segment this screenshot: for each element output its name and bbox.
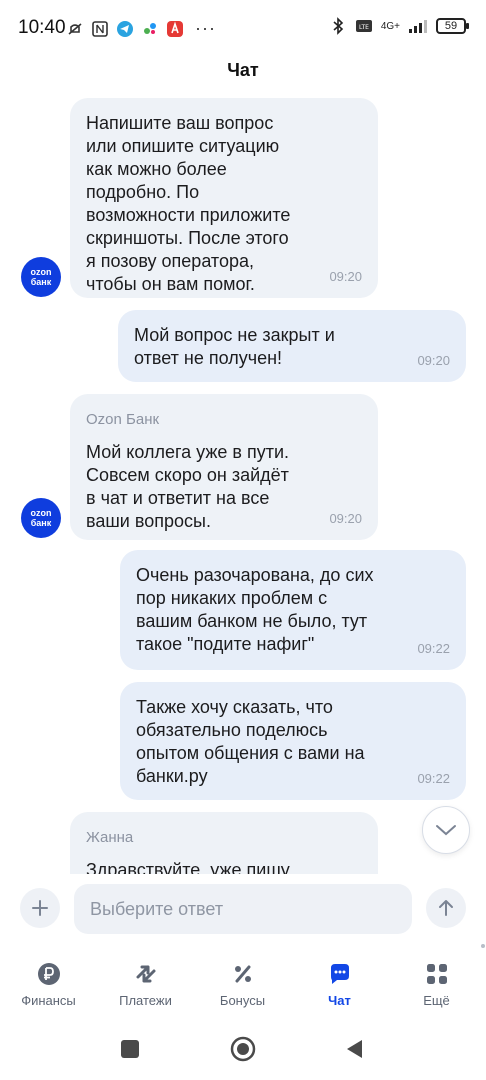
- avatar-logo-text: ozon: [30, 508, 52, 518]
- nav-item-payments[interactable]: Платежи: [97, 956, 194, 1010]
- nav-label: Бонусы: [219, 993, 266, 1008]
- message-incoming: Жанна Здравствуйте, уже пишу: [70, 812, 378, 874]
- nav-item-chat[interactable]: Чат: [291, 956, 388, 1010]
- message-text: Очень разочарована, до сих пор никаких п…: [136, 565, 374, 654]
- attach-button[interactable]: [20, 888, 60, 928]
- bottom-navigation: Финансы Платежи Бонусы Чат Ещё: [0, 956, 486, 1026]
- ruble-icon: [37, 963, 60, 985]
- nav-label: Финансы: [21, 993, 76, 1008]
- system-status-icons: LTE 4G+ 59: [329, 17, 469, 35]
- message-text: Мой вопрос не закрыт и ответ не получен!: [134, 325, 335, 368]
- status-time: 10:40: [18, 17, 66, 38]
- transfer-arrows-icon: [136, 965, 155, 983]
- network-type: 4G+: [380, 20, 400, 32]
- grid-icon: [426, 964, 447, 984]
- chat-icon: [330, 964, 349, 984]
- send-button[interactable]: [426, 888, 466, 928]
- avatar-logo-text: банк: [30, 518, 52, 528]
- app-icon: [144, 22, 156, 34]
- status-bar: 10:40 ··· LTE 4G+ 59: [0, 0, 486, 56]
- chat-messages[interactable]: Напишите ваш вопрос или опишите ситуацию…: [0, 92, 486, 874]
- avatar-logo-text: ozon: [30, 267, 52, 277]
- nav-item-bonuses[interactable]: Бонусы: [194, 956, 291, 1010]
- nav-item-more[interactable]: Ещё: [388, 956, 485, 1010]
- nav-label: Чат: [328, 993, 351, 1008]
- ozon-bank-avatar: ozon банк: [21, 498, 61, 538]
- nav-label: Платежи: [119, 993, 172, 1008]
- back-button[interactable]: [344, 1038, 366, 1060]
- reply-select-input[interactable]: Выберите ответ: [74, 884, 412, 934]
- more-notifications-icon: ···: [195, 18, 216, 38]
- nfc-icon: [92, 20, 108, 37]
- message-sender: Жанна: [86, 829, 134, 846]
- plus-icon: [32, 900, 48, 916]
- avatar-logo-text: банк: [30, 277, 52, 287]
- message-time: 09:20: [329, 511, 362, 526]
- bluetooth-icon: [333, 17, 343, 35]
- message-outgoing: Также хочу сказать, что обязательно поде…: [120, 682, 466, 800]
- telegram-icon: [117, 20, 133, 37]
- chevron-down-icon: [436, 825, 456, 836]
- message-time: 09:20: [329, 269, 362, 284]
- message-time: 09:22: [417, 641, 450, 656]
- message-text: Напишите ваш вопрос или опишите ситуацию…: [86, 113, 291, 294]
- message-text: Также хочу сказать, что обязательно поде…: [136, 697, 365, 786]
- battery-icon: 59: [436, 18, 469, 34]
- ozon-bank-avatar: ozon банк: [21, 257, 61, 297]
- message-time: 09:20: [417, 353, 450, 368]
- signal-icon: [409, 20, 427, 33]
- pdf-app-icon: [167, 20, 183, 37]
- message-outgoing: Очень разочарована, до сих пор никаких п…: [120, 550, 466, 670]
- nav-item-finances[interactable]: Финансы: [0, 956, 97, 1010]
- scroll-down-button[interactable]: [422, 806, 470, 854]
- message-time: 09:22: [417, 771, 450, 786]
- muted-icon: [68, 22, 82, 35]
- percent-icon: [234, 965, 251, 983]
- home-button[interactable]: [230, 1036, 256, 1062]
- system-navigation-bar: [0, 1030, 486, 1070]
- message-text: Мой коллега уже в пути. Совсем скоро он …: [86, 442, 290, 531]
- message-outgoing: Мой вопрос не закрыт и ответ не получен!…: [118, 310, 466, 382]
- arrow-up-icon: [439, 900, 453, 916]
- recents-button[interactable]: [119, 1038, 141, 1060]
- message-incoming: Напишите ваш вопрос или опишите ситуацию…: [70, 98, 378, 298]
- message-sender: Ozon Банк: [86, 411, 160, 428]
- nav-label: Ещё: [423, 993, 450, 1008]
- edge-indicator: [481, 944, 485, 948]
- volte-icon: LTE: [355, 20, 372, 32]
- notification-icons: ···: [66, 18, 216, 39]
- page-title: Чат: [227, 60, 259, 80]
- svg-text:LTE: LTE: [359, 24, 369, 31]
- message-incoming: Ozon Банк Мой коллега уже в пути. Совсем…: [70, 394, 378, 540]
- message-text: Здравствуйте, уже пишу: [86, 860, 290, 874]
